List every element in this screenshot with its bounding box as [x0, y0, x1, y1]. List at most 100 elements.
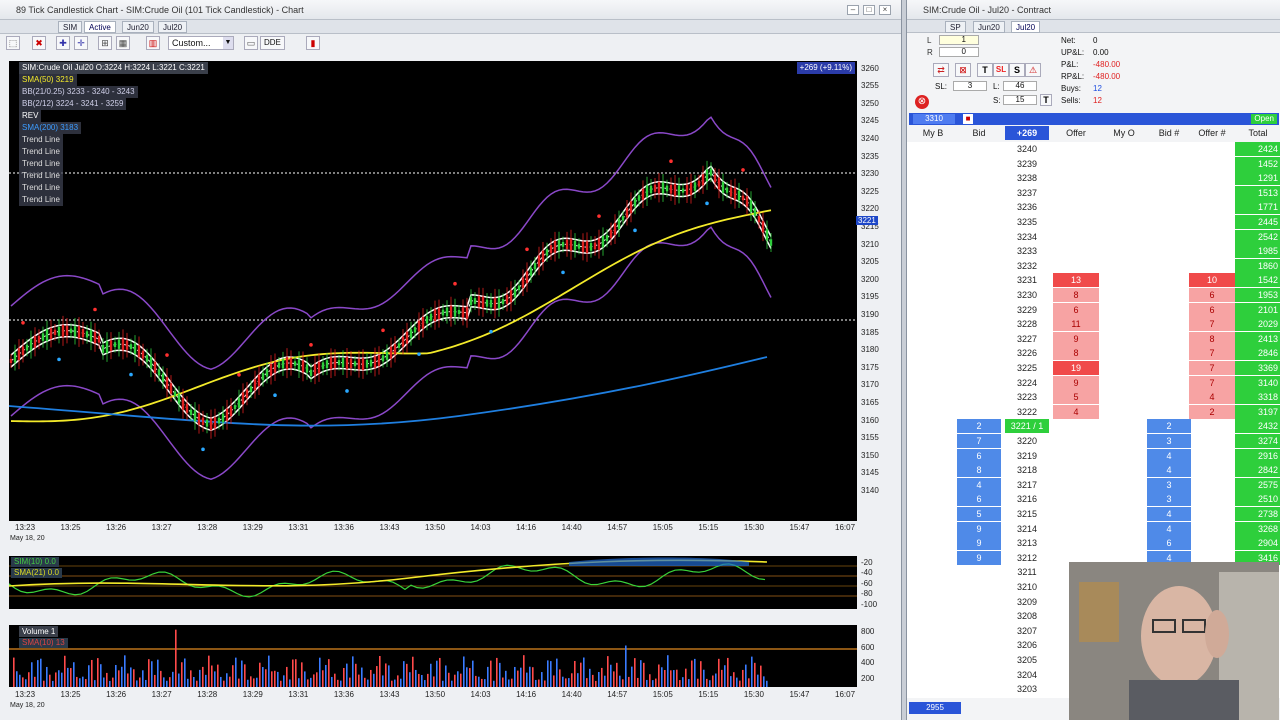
total-cell[interactable]: 2904 — [1235, 536, 1280, 551]
oscillator-panel[interactable]: SIM(10) 0.0 SMA(21) 0.0 — [9, 556, 857, 609]
bid-count-cell[interactable] — [1147, 157, 1191, 171]
price-cell[interactable]: 3211 — [1005, 565, 1049, 579]
bid-count-cell[interactable]: 3 — [1147, 492, 1191, 507]
flatten-icon[interactable]: ⇄ — [933, 63, 949, 77]
offer-count-cell[interactable]: 7 — [1189, 346, 1235, 361]
offer-cell[interactable] — [1053, 230, 1099, 244]
indicator-legend-item[interactable]: Trend Line — [19, 194, 63, 206]
ladder-row[interactable]: 6 3216 3 2510 — [907, 492, 1280, 507]
offer-cell[interactable] — [1053, 507, 1099, 521]
total-cell[interactable]: 1985 — [1235, 244, 1280, 259]
bid-cell[interactable]: 2 — [957, 419, 1001, 434]
bid-cell[interactable] — [957, 157, 1001, 171]
bid-cell[interactable] — [957, 361, 1001, 375]
ladder-row[interactable]: 3229 6 6 2101 — [907, 302, 1280, 317]
indicator-legend-item[interactable]: BB(2/12) 3224 - 3241 - 3259 — [19, 98, 127, 110]
offer-count-cell[interactable] — [1189, 244, 1235, 258]
total-cell[interactable]: 3318 — [1235, 390, 1280, 405]
bid-cell[interactable] — [957, 259, 1001, 273]
bid-cell[interactable]: 9 — [957, 550, 1001, 565]
ladder-row[interactable]: 5 3215 4 2738 — [907, 507, 1280, 521]
total-cell[interactable]: 2575 — [1235, 477, 1280, 492]
total-cell[interactable]: 3274 — [1235, 434, 1280, 448]
bid-count-cell[interactable] — [1147, 303, 1191, 317]
bid-cell[interactable]: 6 — [957, 448, 1001, 463]
bid-cell[interactable] — [957, 390, 1001, 404]
price-cell[interactable]: 3224 — [1005, 376, 1049, 390]
bid-count-cell[interactable]: 6 — [1147, 536, 1191, 551]
bid-count-cell[interactable] — [1147, 259, 1191, 273]
color-icon[interactable]: ▮ — [306, 36, 320, 50]
ladder-row[interactable]: 2 3221 / 1 2 2432 — [907, 419, 1280, 434]
bid-count-cell[interactable] — [1147, 405, 1191, 419]
price-cell[interactable]: 3216 — [1005, 492, 1049, 506]
price-cell[interactable]: 3228 — [1005, 317, 1049, 331]
price-cell[interactable]: 3218 — [1005, 463, 1049, 477]
offer-cell[interactable] — [1053, 186, 1099, 200]
price-cell[interactable]: 3212 — [1005, 551, 1049, 565]
offer-cell[interactable]: 13 — [1053, 273, 1099, 288]
delete-icon[interactable]: ✖ — [32, 36, 46, 50]
price-cell[interactable]: 3237 — [1005, 186, 1049, 200]
price-cell[interactable]: 3217 — [1005, 478, 1049, 492]
sl-button[interactable]: SL — [993, 63, 1009, 77]
bid-count-cell[interactable] — [1147, 346, 1191, 360]
bid-cell[interactable]: 9 — [957, 536, 1001, 551]
total-cell[interactable]: 3369 — [1235, 361, 1280, 375]
ladder-row[interactable]: 6 3219 4 2916 — [907, 448, 1280, 463]
dom-tab-jun20[interactable]: Jun20 — [973, 21, 1005, 33]
bid-count-cell[interactable] — [1147, 317, 1191, 331]
crosshair-icon[interactable]: ✚ — [56, 36, 70, 50]
offer-count-cell[interactable]: 6 — [1189, 288, 1235, 302]
offer-cell[interactable] — [1053, 419, 1099, 433]
offer-cell[interactable] — [1053, 215, 1099, 229]
ladder-row[interactable]: 3240 2424 — [907, 142, 1280, 156]
ladder-row[interactable]: 9 3213 6 2904 — [907, 536, 1280, 551]
offer-count-cell[interactable]: 7 — [1189, 361, 1235, 375]
grid-icon[interactable]: ▦ — [116, 36, 130, 50]
total-cell[interactable]: 3197 — [1235, 404, 1280, 419]
ladder-row[interactable]: 3222 4 2 3197 — [907, 404, 1280, 419]
offer-cell[interactable] — [1053, 492, 1099, 506]
ladder-row[interactable]: 8 3218 4 2842 — [907, 463, 1280, 478]
price-cell[interactable]: 3222 — [1005, 405, 1049, 419]
volume-panel[interactable]: Volume 1 SMA(10) 13 — [9, 625, 857, 687]
bid-cell[interactable]: 5 — [957, 507, 1001, 521]
indicator-legend-item[interactable]: Trend Line — [19, 158, 63, 170]
select-icon[interactable]: ⬚ — [6, 36, 20, 50]
price-cell[interactable]: 3213 — [1005, 536, 1049, 550]
bid-count-cell[interactable]: 4 — [1147, 448, 1191, 463]
offer-count-cell[interactable] — [1189, 492, 1235, 506]
bid-cell[interactable] — [957, 624, 1001, 638]
offer-count-cell[interactable] — [1189, 157, 1235, 171]
dom-tab-jul20[interactable]: Jul20 — [1011, 21, 1041, 33]
offer-cell[interactable]: 9 — [1053, 331, 1099, 346]
offer-count-cell[interactable]: 7 — [1189, 317, 1235, 332]
bid-count-cell[interactable] — [1147, 288, 1191, 302]
ladder-row[interactable]: 3232 1860 — [907, 258, 1280, 273]
bid-count-cell[interactable]: 4 — [1147, 463, 1191, 478]
total-cell[interactable]: 2916 — [1235, 448, 1280, 463]
total-cell[interactable]: 2542 — [1235, 229, 1280, 244]
price-cell[interactable]: 3227 — [1005, 332, 1049, 346]
offer-cell[interactable]: 19 — [1053, 361, 1099, 375]
chart-style-icon[interactable]: ▥ — [146, 36, 160, 50]
total-cell[interactable]: 3268 — [1235, 521, 1280, 536]
ladder-row[interactable]: 3223 5 4 3318 — [907, 390, 1280, 405]
ladder-row[interactable]: 3237 1513 — [907, 185, 1280, 200]
price-cell[interactable]: 3230 — [1005, 288, 1049, 302]
indicator-legend-item[interactable]: REV — [19, 110, 42, 122]
price-cell[interactable]: 3221 / 1 — [1005, 419, 1049, 434]
offer-cell[interactable] — [1053, 434, 1099, 448]
bid-cell[interactable] — [957, 595, 1001, 609]
price-cell[interactable]: 3233 — [1005, 244, 1049, 258]
price-cell[interactable]: 3215 — [1005, 507, 1049, 521]
indicator-legend-item[interactable]: SMA(200) 3183 — [19, 122, 82, 134]
price-cell[interactable]: 3226 — [1005, 346, 1049, 360]
offer-count-cell[interactable] — [1189, 215, 1235, 229]
bid-count-cell[interactable] — [1147, 376, 1191, 390]
bid-count-cell[interactable]: 4 — [1147, 507, 1191, 521]
price-panel[interactable]: SIM:Crude Oil Jul20 O:3224 H:3224 L:3221… — [9, 61, 857, 521]
bid-cell[interactable] — [957, 580, 1001, 594]
price-cell[interactable]: 3208 — [1005, 609, 1049, 623]
